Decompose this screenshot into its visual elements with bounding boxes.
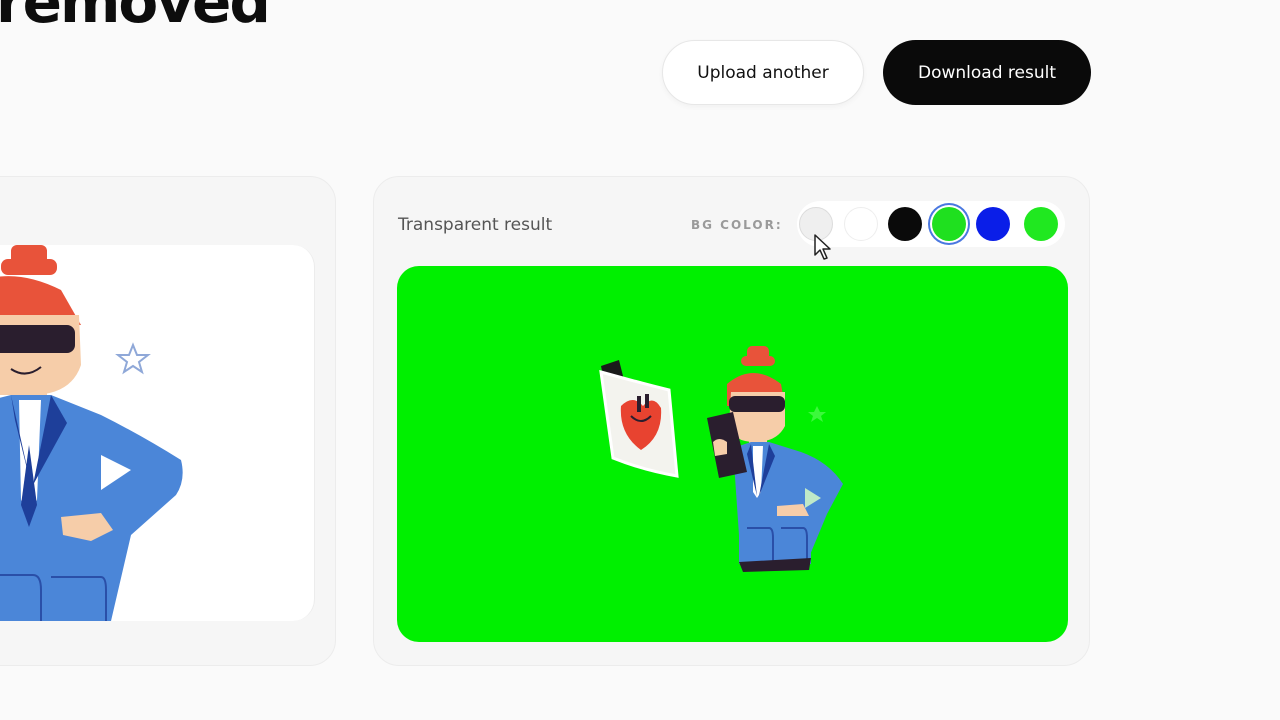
swatch-black[interactable] xyxy=(888,207,922,241)
upload-another-button[interactable]: Upload another xyxy=(662,40,864,105)
page-title: removed xyxy=(0,0,271,36)
visor-shape xyxy=(0,325,75,353)
swatch-bright-green[interactable] xyxy=(1024,207,1058,241)
star-icon xyxy=(115,342,151,375)
bg-color-label: BG COLOR: xyxy=(691,218,783,232)
background-remover-page: removed Upload another Download result T… xyxy=(0,0,1280,720)
swatch-green[interactable] xyxy=(932,207,966,241)
hair-shape xyxy=(0,245,81,325)
swatch-blue[interactable] xyxy=(976,207,1010,241)
result-label: Transparent result xyxy=(398,215,553,235)
original-image-frame xyxy=(0,245,315,621)
result-illustration xyxy=(397,266,1068,642)
original-illustration xyxy=(0,245,183,621)
original-image-card xyxy=(0,176,336,666)
download-result-button[interactable]: Download result xyxy=(883,40,1091,105)
transparent-result-card: Transparent result BG COLOR: xyxy=(373,176,1090,666)
swatch-white[interactable] xyxy=(844,207,878,241)
result-preview-canvas xyxy=(397,266,1068,642)
mouse-cursor-icon xyxy=(814,234,831,260)
